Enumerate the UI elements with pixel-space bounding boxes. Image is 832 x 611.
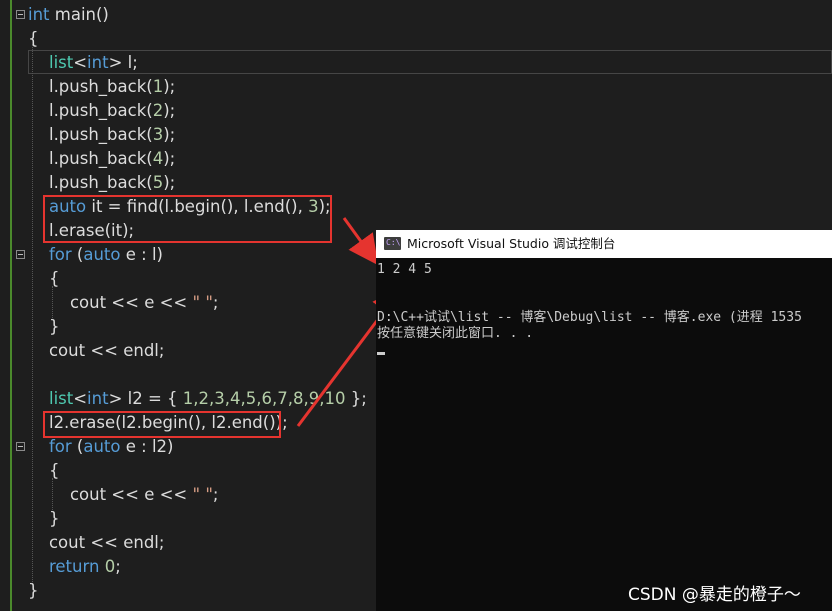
console-cursor — [377, 352, 385, 355]
console-app-icon: C:\ — [384, 237, 401, 250]
console-title: Microsoft Visual Studio 调试控制台 — [407, 236, 616, 251]
arrow-to-output-line1 — [342, 217, 379, 266]
console-output-line: 1 2 4 5 — [377, 262, 432, 277]
csdn-watermark: CSDN @暴走的橙子～ — [628, 585, 801, 605]
debug-console-window[interactable]: C:\ Microsoft Visual Studio 调试控制台 1 2 4 … — [376, 230, 832, 611]
console-titlebar[interactable]: C:\ Microsoft Visual Studio 调试控制台 — [376, 230, 832, 258]
console-press-key-message: 按任意键关闭此窗口. . . — [377, 326, 534, 341]
console-exit-message: D:\C++试试\list -- 博客\Debug\list -- 博客.exe… — [377, 310, 802, 325]
